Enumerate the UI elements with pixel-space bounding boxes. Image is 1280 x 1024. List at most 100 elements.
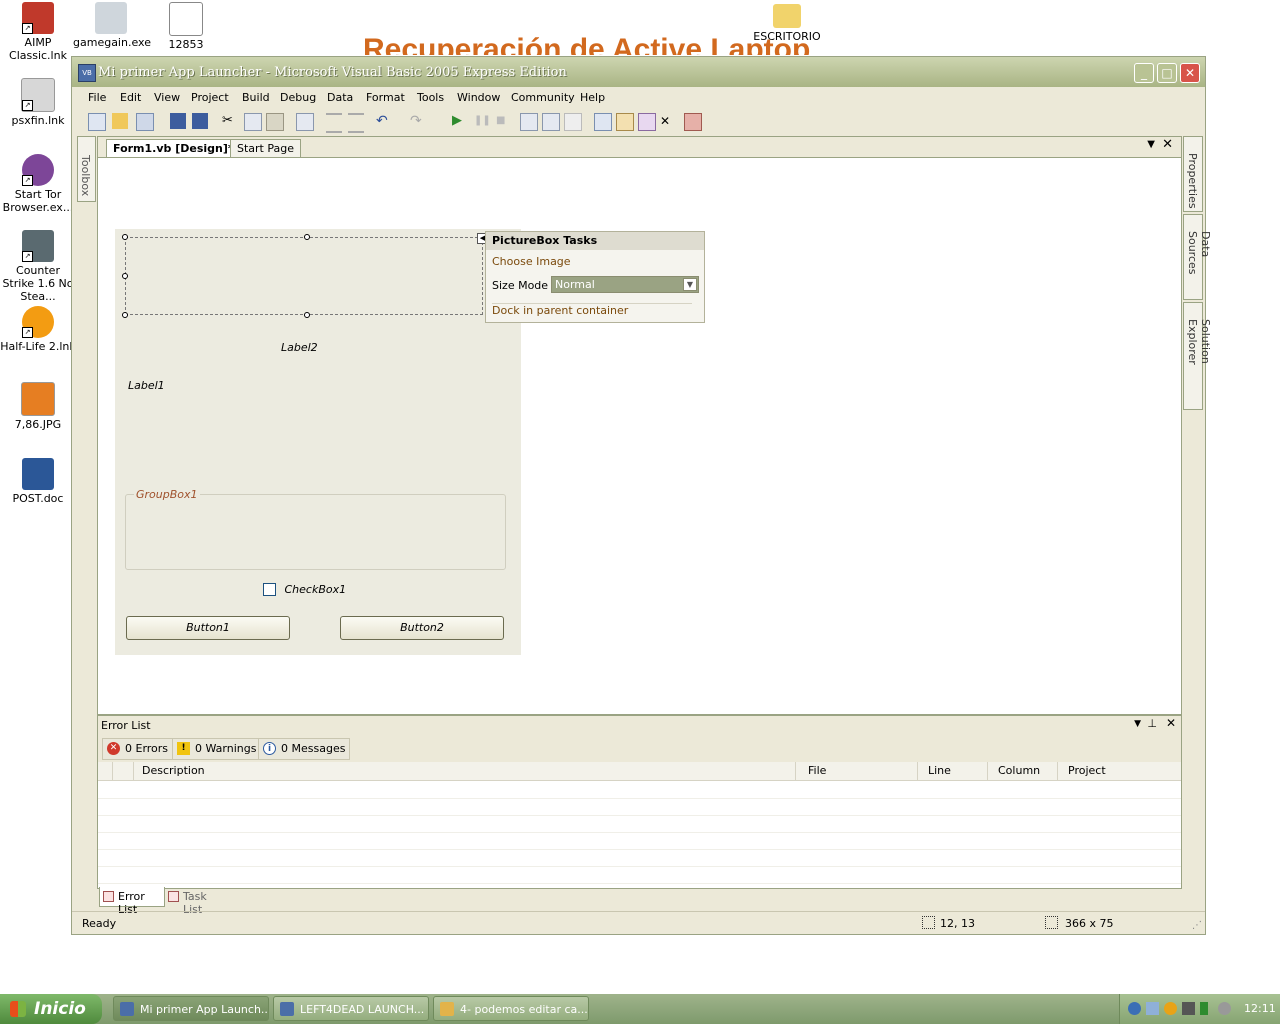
close-panel-icon[interactable]: ✕ [1166, 716, 1176, 730]
close-document-icon[interactable]: ✕ [1162, 137, 1173, 152]
taskbar-item-left4dead[interactable]: LEFT4DEAD LAUNCH... [273, 996, 429, 1021]
cut-icon[interactable]: ✂ [222, 113, 238, 129]
open-folder-icon[interactable] [112, 113, 128, 129]
menu-help[interactable]: Help [580, 91, 605, 104]
tab-form1-design[interactable]: Form1.vb [Design]* [106, 139, 241, 157]
errors-filter-button[interactable]: ✕ 0 Errors [102, 738, 174, 760]
label1[interactable]: Label1 [128, 379, 165, 392]
undo-icon[interactable]: ↶ [376, 113, 392, 129]
pause-icon[interactable]: ❚❚ [474, 113, 491, 129]
lightning-icon[interactable] [1128, 1002, 1141, 1015]
chevron-down-icon[interactable]: ▼ [683, 278, 697, 291]
start-button[interactable]: Inicio [0, 994, 102, 1024]
label2[interactable]: Label2 [281, 341, 318, 354]
network-icon[interactable] [1146, 1002, 1159, 1015]
resize-handle[interactable] [122, 234, 128, 240]
desktop-icon-aimp[interactable]: ↗ AIMP Classic.lnk [0, 2, 76, 62]
redo-icon[interactable]: ↷ [410, 113, 426, 129]
desktop-icon-tor[interactable]: ↗ Start Tor Browser.ex... [0, 154, 76, 214]
save-icon[interactable] [170, 113, 186, 129]
maximize-button[interactable]: □ [1157, 63, 1177, 83]
pin-icon[interactable]: ⊥ [1147, 717, 1157, 730]
settings-tray-icon[interactable] [1218, 1002, 1231, 1015]
desktop-icon-counter-strike[interactable]: ↗ Counter Strike 1.6 No Stea... [0, 230, 76, 303]
menu-data[interactable]: Data [327, 91, 353, 104]
tab-dropdown-icon[interactable]: ▼ [1147, 139, 1155, 150]
form1-surface[interactable]: ◀ Label2 Label1 GroupBox1 CheckBox1 Butt… [115, 229, 521, 655]
resize-handle[interactable] [122, 273, 128, 279]
stop-icon[interactable]: ■ [496, 113, 512, 129]
menu-format[interactable]: Format [366, 91, 405, 104]
new-project-icon[interactable] [88, 113, 106, 131]
toolbox-tab[interactable]: Toolbox [77, 136, 96, 202]
step-into-icon[interactable] [520, 113, 538, 131]
solution-explorer-icon[interactable] [594, 113, 612, 131]
taskbar-item-editar[interactable]: 4- podemos editar ca... [433, 996, 589, 1021]
step-out-icon[interactable] [564, 113, 582, 131]
properties-icon[interactable] [616, 113, 634, 131]
title-bar[interactable]: VB Mi primer App Launcher - Microsoft Vi… [72, 57, 1205, 87]
column-description[interactable]: Description [134, 762, 796, 780]
tab-start-page[interactable]: Start Page [230, 139, 301, 157]
column-icon[interactable] [98, 762, 113, 780]
desktop-icon-escritorio[interactable]: ESCRITORIO [749, 4, 825, 43]
menu-debug[interactable]: Debug [280, 91, 316, 104]
checkbox1[interactable]: CheckBox1 [263, 582, 346, 596]
picturebox1[interactable] [125, 237, 483, 315]
desktop-icon-half-life[interactable]: ↗ Half-Life 2.lnk [0, 306, 76, 353]
resize-handle[interactable] [304, 312, 310, 318]
checkbox-box[interactable] [263, 582, 276, 596]
resize-grip-icon[interactable]: ⋰ [1192, 920, 1202, 931]
menu-view[interactable]: View [154, 91, 180, 104]
close-button[interactable]: ✕ [1180, 63, 1200, 83]
start-debugging-icon[interactable]: ▶ [452, 113, 468, 129]
object-browser-icon[interactable] [638, 113, 656, 131]
size-mode-select[interactable]: Normal ▼ [551, 276, 699, 293]
data-sources-tab[interactable]: Data Sources [1183, 214, 1212, 300]
toolbox-icon[interactable]: ✕ [660, 113, 676, 129]
save-all-icon[interactable] [192, 113, 208, 129]
menu-edit[interactable]: Edit [120, 91, 141, 104]
paste-icon[interactable] [266, 113, 284, 131]
warnings-filter-button[interactable]: ! 0 Warnings [172, 738, 262, 760]
add-item-icon[interactable] [136, 113, 154, 131]
taskbar-item-vb[interactable]: Mi primer App Launch... [113, 996, 269, 1021]
antivirus-icon[interactable] [1164, 1002, 1177, 1015]
column-file[interactable]: File [798, 762, 918, 780]
messages-filter-button[interactable]: i 0 Messages [258, 738, 351, 760]
start-page-icon[interactable] [684, 113, 702, 131]
panel-dropdown-icon[interactable]: ▼ [1134, 719, 1141, 729]
uncomment-icon[interactable] [348, 113, 364, 133]
resize-handle[interactable] [304, 234, 310, 240]
dock-in-parent-link[interactable]: Dock in parent container [492, 303, 692, 317]
menu-file[interactable]: File [88, 91, 106, 104]
menu-tools[interactable]: Tools [417, 91, 444, 104]
desktop-icon-psxfin[interactable]: ↗ psxfin.lnk [0, 78, 76, 127]
column-line[interactable]: Line [918, 762, 988, 780]
find-icon[interactable] [296, 113, 314, 131]
menu-window[interactable]: Window [457, 91, 500, 104]
resize-handle[interactable] [122, 312, 128, 318]
groupbox1[interactable]: GroupBox1 [125, 488, 506, 570]
signal-icon[interactable] [1200, 1002, 1213, 1015]
column-column[interactable]: Column [988, 762, 1058, 780]
solution-explorer-tab[interactable]: Solution Explorer [1183, 302, 1212, 410]
menu-build[interactable]: Build [242, 91, 270, 104]
button1[interactable]: Button1 [126, 616, 290, 640]
button2[interactable]: Button2 [340, 616, 504, 640]
desktop-icon-jpg[interactable]: 7,86.JPG [0, 382, 76, 431]
desktop-icon-post-doc[interactable]: POST.doc [0, 458, 76, 505]
tab-task-list[interactable]: Task List [165, 887, 229, 916]
tab-error-list[interactable]: Error List [99, 887, 165, 916]
column-number[interactable] [113, 762, 134, 780]
column-project[interactable]: Project [1058, 762, 1180, 780]
step-over-icon[interactable] [542, 113, 560, 131]
choose-image-link[interactable]: Choose Image [492, 255, 571, 268]
menu-community[interactable]: Community [511, 91, 575, 104]
menu-project[interactable]: Project [191, 91, 229, 104]
clock[interactable]: 12:11 [1244, 1002, 1276, 1015]
properties-tab[interactable]: Properties [1183, 136, 1203, 212]
comment-icon[interactable] [326, 113, 342, 133]
desktop-icon-12853[interactable]: 12853 [148, 2, 224, 51]
desktop-icon-gamegain[interactable]: gamegain.exe [73, 2, 151, 49]
